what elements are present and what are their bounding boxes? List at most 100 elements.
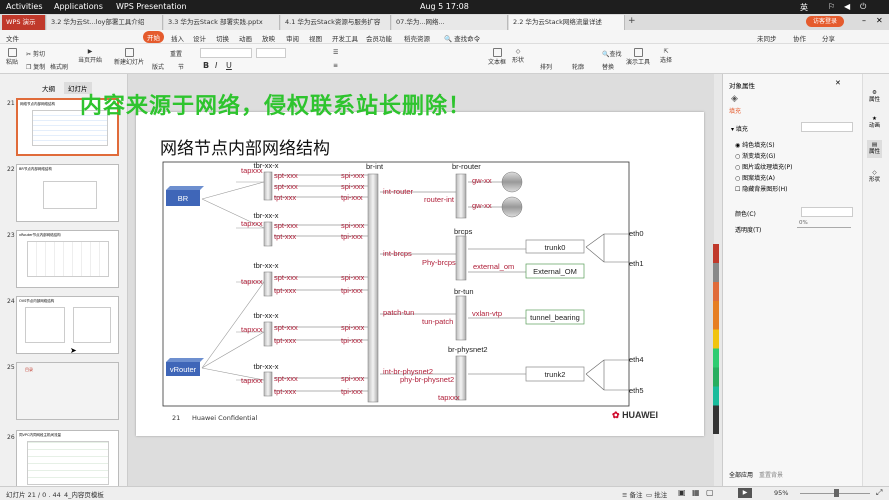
outline-button[interactable]: 轮廓: [572, 62, 584, 71]
menu-item-animation[interactable]: 动画: [239, 33, 252, 43]
new-slide-button[interactable]: 新建幻灯片: [114, 48, 144, 66]
bold-button[interactable]: B: [203, 61, 209, 70]
menu-item-insert[interactable]: 插入: [171, 33, 184, 43]
layout-button[interactable]: 版式: [152, 62, 164, 71]
activities-button[interactable]: Activities: [6, 2, 43, 11]
minimize-icon[interactable]: –: [862, 16, 866, 25]
sidebar-properties-active[interactable]: ▤ 属性: [867, 140, 883, 158]
replace-button[interactable]: 替换: [602, 62, 614, 71]
zoom-level[interactable]: 95%: [774, 489, 788, 497]
tab-document[interactable]: 3.3 华为云Stack 部署实践.pptx: [164, 15, 280, 30]
sidebar-animation[interactable]: ★ 动画: [869, 116, 880, 130]
fill-type-select[interactable]: [801, 122, 853, 132]
share-button[interactable]: 分享: [822, 33, 835, 43]
find-button[interactable]: 🔍查找: [602, 49, 622, 58]
tab-wps-home[interactable]: WPS 演示: [2, 15, 46, 30]
br-node[interactable]: BR: [166, 186, 204, 206]
login-button[interactable]: 访客登录: [806, 16, 844, 27]
section-fill-header[interactable]: ▾ 填充: [731, 124, 748, 133]
menu-item-developer[interactable]: 开发工具: [332, 33, 358, 43]
normal-view-icon[interactable]: ▣: [678, 488, 686, 497]
svg-text:br-int: br-int: [366, 162, 384, 171]
network-icon[interactable]: ⚐: [828, 2, 835, 11]
volume-icon[interactable]: ◀: [844, 2, 850, 11]
slide-thumbnail-26[interactable]: 同VPC内同网段主机间流量: [16, 430, 119, 486]
slide-thumbnail-24[interactable]: OVS节点内部网络结构: [16, 296, 119, 354]
menu-item-review[interactable]: 审阅: [286, 33, 299, 43]
align-left-icon[interactable]: ≡: [333, 62, 338, 69]
tab-document[interactable]: 4.1 华为云Stack资源与服务扩容: [281, 15, 391, 30]
network-diagram[interactable]: BR vRouter tbr-xx-x tbr-xx-x tbr-xx-x tb…: [136, 112, 704, 436]
reading-view-icon[interactable]: ▢: [706, 488, 714, 497]
current-slide[interactable]: 网络节点内部网络结构 BR vRouter tbr-xx-x tbr-xx-x …: [136, 112, 704, 436]
cut-button[interactable]: ✂ 剪切: [26, 49, 45, 58]
close-window-icon[interactable]: ✕: [876, 16, 883, 25]
format-painter-button[interactable]: 格式刷: [50, 62, 68, 71]
sorter-view-icon[interactable]: ▦: [692, 488, 700, 497]
radio-solid-fill[interactable]: ◉ 纯色填充(S): [735, 140, 775, 149]
template-name[interactable]: 4_内容页模板: [64, 489, 104, 499]
textbox-icon: [492, 48, 502, 57]
radio-pattern-fill[interactable]: ○ 图案填充(A): [735, 173, 775, 182]
document-tab-bar: WPS 演示 3.2 华为云St...loy部署工具介绍 3.3 华为云Stac…: [0, 14, 889, 30]
tab-document-active[interactable]: 2.2 华为云Stack网络流量详述: [509, 15, 625, 30]
menu-item-file[interactable]: 文件: [6, 33, 19, 43]
menu-item-member[interactable]: 会员功能: [366, 33, 392, 43]
fit-window-icon[interactable]: ⤢: [876, 488, 882, 498]
radio-gradient-fill[interactable]: ○ 渐变填充(G): [735, 151, 776, 160]
checkbox-hide-bg[interactable]: ☐ 隐藏背景图形(H): [735, 184, 788, 193]
tab-outline[interactable]: 大纲: [42, 83, 55, 93]
underline-button[interactable]: U: [226, 61, 232, 70]
copy-button[interactable]: ❐ 复制: [26, 62, 45, 71]
notes-button[interactable]: ≡ 备注: [622, 489, 643, 499]
comment-button[interactable]: ▭ 批注: [646, 489, 667, 499]
shape-button[interactable]: ◇ 形状: [512, 48, 524, 64]
new-tab-icon[interactable]: +: [628, 16, 636, 26]
menu-item-view[interactable]: 视图: [309, 33, 322, 43]
select-button[interactable]: ⇱ 选择: [660, 48, 672, 64]
tab-fill[interactable]: 填充: [729, 106, 741, 115]
tab-document[interactable]: 07.华为...网络...: [392, 15, 508, 30]
font-size-select[interactable]: [256, 48, 286, 58]
apply-all-button[interactable]: 全部应用: [729, 470, 753, 479]
tab-document[interactable]: 3.2 华为云St...loy部署工具介绍: [47, 15, 163, 30]
bullet-list-icon[interactable]: ☰: [333, 49, 338, 56]
clock[interactable]: Aug 5 17:08: [420, 2, 469, 11]
slide-thumbnail-22[interactable]: BR节点内部网络结构: [16, 164, 119, 222]
transparency-slider[interactable]: [797, 227, 851, 228]
unsync-button[interactable]: 未同步: [757, 33, 777, 43]
presentation-tools-button[interactable]: 演示工具: [626, 48, 650, 66]
radio-picture-fill[interactable]: ○ 图片或纹理填充(P): [735, 162, 792, 171]
menu-item-home[interactable]: 开始: [143, 31, 164, 43]
zoom-slider-handle[interactable]: [834, 489, 839, 497]
color-picker[interactable]: [801, 207, 853, 217]
collab-button[interactable]: 协作: [793, 33, 806, 43]
svg-text:tpt-xxx: tpt-xxx: [274, 387, 296, 396]
menu-item-slideshow[interactable]: 放映: [262, 33, 275, 43]
applications-menu[interactable]: Applications: [54, 2, 103, 11]
menu-item-design[interactable]: 设计: [193, 33, 206, 43]
slide-thumbnail-25[interactable]: 目录: [16, 362, 119, 420]
slideshow-play-icon[interactable]: ▶: [738, 488, 752, 498]
arrange-button[interactable]: 排列: [540, 62, 552, 71]
search-command[interactable]: 🔍 查找命令: [444, 33, 480, 43]
menu-item-docer[interactable]: 稻壳资源: [404, 33, 430, 43]
slide-thumbnail-23[interactable]: vRouter节点内部网络结构: [16, 230, 119, 288]
reset-background-button[interactable]: 重置背景: [759, 470, 783, 479]
paste-button[interactable]: 粘贴: [6, 48, 18, 66]
svg-text:br-router: br-router: [452, 162, 481, 171]
vrouter-node[interactable]: vRouter: [166, 358, 204, 376]
reset-button[interactable]: 重置: [170, 49, 182, 58]
panel-close-icon[interactable]: ✕: [835, 79, 841, 87]
sidebar-shape[interactable]: ◇ 形状: [869, 170, 880, 184]
menu-item-transition[interactable]: 切换: [216, 33, 229, 43]
font-family-select[interactable]: [200, 48, 252, 58]
start-from-current-button[interactable]: ▶ 当页开始: [78, 48, 102, 64]
sidebar-properties[interactable]: ⚙ 属性: [869, 90, 880, 104]
svg-text:spi-xxx: spi-xxx: [341, 171, 365, 180]
input-method[interactable]: 英: [800, 2, 808, 13]
italic-button[interactable]: I: [215, 61, 217, 70]
power-icon[interactable]: ⏻: [860, 2, 866, 12]
textbox-button[interactable]: 文本框: [488, 48, 506, 66]
section-button[interactable]: 节: [178, 62, 184, 71]
